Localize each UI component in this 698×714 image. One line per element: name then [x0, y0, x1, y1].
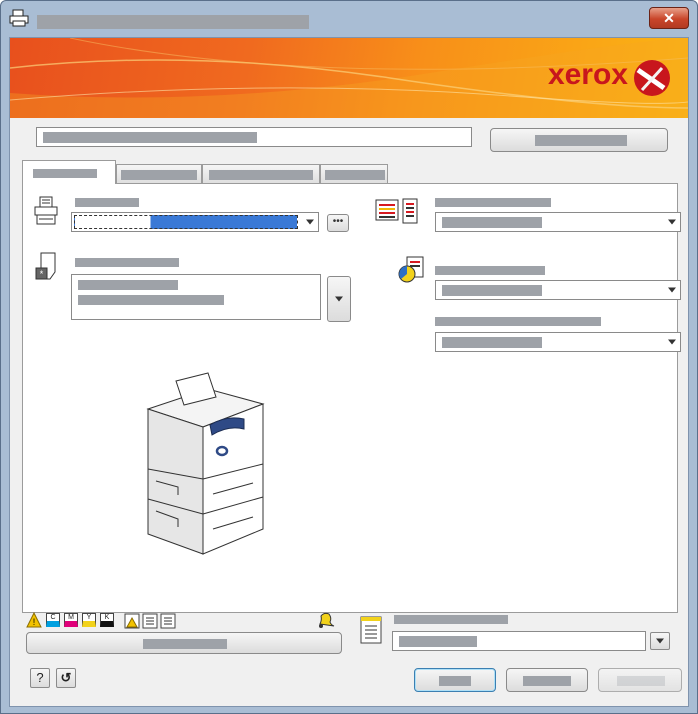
status-button[interactable]: [26, 632, 342, 654]
black-toner-icon: K: [100, 613, 114, 627]
printer-path-field[interactable]: [36, 127, 472, 147]
close-icon: ✕: [663, 9, 675, 26]
cancel-button[interactable]: [506, 668, 588, 692]
job-type-label: [394, 615, 508, 624]
output-option-label-3: [435, 317, 601, 326]
chevron-down-icon: [656, 638, 664, 644]
yellow-toner-label: Y: [86, 614, 92, 621]
magenta-toner-label: M: [68, 614, 74, 621]
help-icon: ?: [36, 670, 44, 685]
output-option-select-3[interactable]: [435, 332, 681, 352]
printer-more-button[interactable]: •••: [327, 214, 349, 232]
print-dialog-window: ✕ xerox ••• * ! C M Y K ? ↺: [0, 0, 698, 714]
cancel-button-label: [523, 676, 571, 686]
bell-icon[interactable]: [316, 610, 336, 630]
tab-2[interactable]: [116, 164, 202, 184]
tab-3[interactable]: [202, 164, 320, 184]
svg-text:*: *: [40, 269, 44, 279]
printer-path-text: [43, 132, 257, 143]
tab-3-label: [209, 170, 313, 180]
printer-illustration: [138, 369, 278, 559]
color-wheel-icon: [397, 256, 425, 284]
chevron-down-icon: [668, 339, 676, 345]
yellow-toner-icon: Y: [82, 613, 96, 627]
job-type-dropdown-button[interactable]: [650, 632, 670, 650]
output-option-value-2: [442, 285, 542, 296]
tab-4-label: [325, 170, 385, 180]
tray-icon: [142, 613, 158, 629]
document-list[interactable]: [71, 274, 321, 320]
chevron-down-icon: [668, 287, 676, 293]
tab-1[interactable]: [22, 160, 116, 184]
reset-icon: ↺: [60, 670, 72, 685]
document-list-line-1: [78, 280, 178, 290]
top-action-label: [535, 135, 627, 146]
title-bar: ✕: [1, 1, 697, 37]
svg-text:!: !: [33, 617, 36, 627]
chevron-down-icon: [306, 219, 314, 225]
ok-button[interactable]: [414, 668, 496, 692]
document-dropdown-button[interactable]: [327, 276, 351, 322]
apply-button[interactable]: [598, 668, 682, 692]
window-title: [37, 15, 309, 29]
output-option-select-1[interactable]: [435, 212, 681, 232]
printer-label: [75, 198, 139, 207]
list-icon: [360, 616, 382, 644]
apply-button-label: [617, 676, 665, 686]
document-list-line-2: [78, 295, 224, 305]
tab-2-label: [121, 170, 197, 180]
cyan-toner-label: C: [50, 614, 56, 621]
job-type-field[interactable]: [392, 631, 646, 651]
black-toner-label: K: [104, 614, 110, 621]
ok-button-label: [439, 676, 471, 686]
output-option-value-3: [442, 337, 542, 348]
color-lines-icon: [375, 198, 419, 224]
chevron-down-icon: [668, 219, 676, 225]
status-button-label: [143, 639, 227, 649]
brand-wordmark: xerox: [547, 58, 628, 91]
document-icon: *: [35, 252, 59, 282]
top-action-button[interactable]: [490, 128, 668, 152]
output-option-label-1: [435, 198, 551, 207]
brand-banner: xerox: [10, 38, 688, 118]
output-option-value-1: [442, 217, 542, 228]
output-option-label-2: [435, 266, 545, 275]
status-icons: ! C M Y K: [26, 612, 226, 630]
drum-warning-icon: [124, 613, 140, 629]
help-button[interactable]: ?: [30, 668, 50, 688]
tray-icon-2: [160, 613, 176, 629]
cyan-toner-icon: C: [46, 613, 60, 627]
dialog-client-area: xerox ••• * ! C M Y K ? ↺: [9, 37, 689, 707]
close-button[interactable]: ✕: [649, 7, 689, 29]
printer-stack-icon: [33, 196, 59, 226]
tab-1-label: [33, 169, 97, 178]
warning-icon: !: [26, 612, 42, 628]
output-option-select-2[interactable]: [435, 280, 681, 300]
ellipsis-icon: •••: [332, 216, 344, 227]
printer-icon: [9, 9, 29, 27]
printer-select[interactable]: [71, 212, 319, 232]
tab-panel: ••• *: [22, 183, 681, 613]
document-label: [75, 258, 179, 267]
tab-4[interactable]: [320, 164, 388, 184]
magenta-toner-icon: M: [64, 613, 78, 627]
xerox-logo-icon: [632, 58, 672, 98]
chevron-down-icon: [335, 296, 343, 302]
printer-select-value: [74, 215, 298, 229]
reset-button[interactable]: ↺: [56, 668, 76, 688]
job-type-value: [399, 636, 477, 647]
